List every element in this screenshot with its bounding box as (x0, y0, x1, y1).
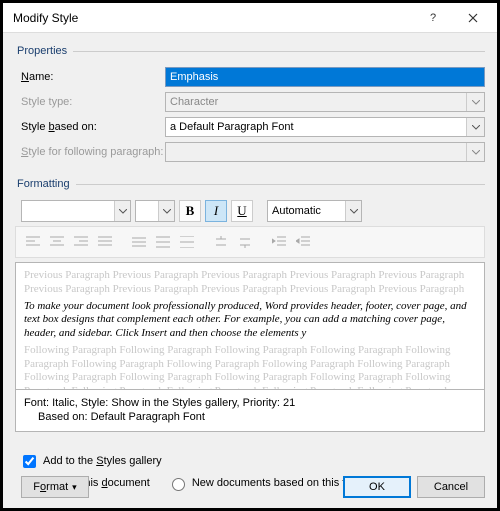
help-button[interactable]: ? (413, 5, 453, 31)
properties-group: Properties Name: Style type: Character S… (15, 45, 485, 170)
dialog-title: Modify Style (13, 11, 413, 25)
chevron-down-icon (466, 143, 484, 161)
bold-button[interactable]: B (179, 200, 201, 222)
properties-legend: Properties (15, 45, 73, 57)
name-input[interactable] (165, 67, 485, 87)
style-type-combo: Character (165, 92, 485, 112)
style-description: Font: Italic, Style: Show in the Styles … (15, 390, 485, 432)
following-combo (165, 142, 485, 162)
following-label: Style for following paragraph: (15, 146, 165, 158)
titlebar: Modify Style ? (3, 3, 497, 33)
chevron-down-icon[interactable] (345, 201, 361, 221)
spacing-2-button[interactable] (176, 231, 198, 253)
paragraph-toolbar (15, 226, 485, 258)
align-justify-button[interactable] (94, 231, 116, 253)
based-on-combo[interactable]: a Default Paragraph Font (165, 117, 485, 137)
based-on-label: Style based on: (15, 121, 165, 133)
indent-inc-button[interactable] (292, 231, 314, 253)
ok-button[interactable]: OK (343, 476, 411, 498)
space-before-inc-button[interactable] (210, 231, 232, 253)
name-label: Name: (15, 71, 165, 83)
spacing-1-button[interactable] (128, 231, 150, 253)
style-type-label: Style type: (15, 96, 165, 108)
preview-sample-text: To make your document look professionall… (24, 300, 476, 341)
align-left-button[interactable] (22, 231, 44, 253)
preview-ghost-above: Previous Paragraph Previous Paragraph Pr… (24, 269, 476, 297)
desc-line-1: Font: Italic, Style: Show in the Styles … (24, 396, 476, 410)
modify-style-dialog: Modify Style ? Properties Name: Style ty… (0, 0, 500, 511)
font-name-combo[interactable] (21, 200, 131, 222)
cancel-button[interactable]: Cancel (417, 476, 485, 498)
chevron-down-icon[interactable] (466, 118, 484, 136)
close-button[interactable] (453, 5, 493, 31)
preview-pane: Previous Paragraph Previous Paragraph Pr… (15, 262, 485, 390)
desc-line-2: Based on: Default Paragraph Font (24, 410, 476, 424)
chevron-down-icon[interactable] (158, 201, 174, 221)
chevron-down-icon[interactable] (114, 201, 130, 221)
chevron-down-icon (466, 93, 484, 111)
align-center-button[interactable] (46, 231, 68, 253)
underline-button[interactable]: U (231, 200, 253, 222)
formatting-legend: Formatting (15, 178, 76, 190)
preview-ghost-below: Following Paragraph Following Paragraph … (24, 344, 476, 390)
font-size-combo[interactable] (135, 200, 175, 222)
format-menu-button[interactable]: Format▾ (21, 476, 89, 498)
align-right-button[interactable] (70, 231, 92, 253)
formatting-group: Formatting B I U Automatic (15, 178, 485, 436)
space-before-dec-button[interactable] (234, 231, 256, 253)
add-to-gallery-checkbox[interactable]: Add to the Styles gallery (19, 452, 162, 471)
font-color-combo[interactable]: Automatic (267, 200, 362, 222)
close-icon (468, 13, 478, 23)
spacing-1-5-button[interactable] (152, 231, 174, 253)
indent-dec-button[interactable] (268, 231, 290, 253)
italic-button[interactable]: I (205, 200, 227, 222)
